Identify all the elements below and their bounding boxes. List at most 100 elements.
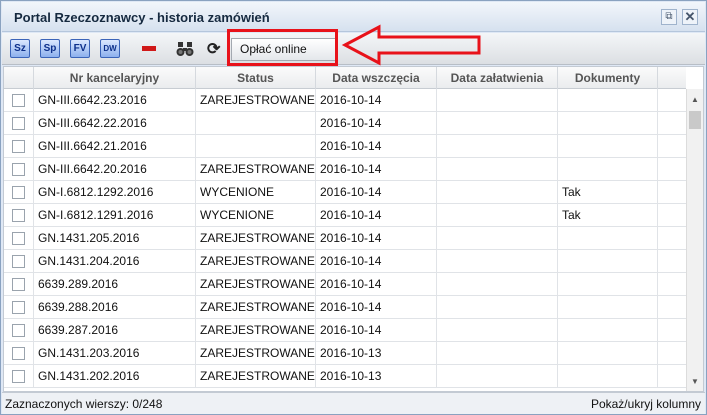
row-start-date: 2016-10-14 [316, 158, 437, 181]
table-row[interactable]: GN.1431.202.2016 ZAREJESTROWANE 2016-10-13 [4, 365, 686, 388]
row-nr: GN-I.6812.1291.2016 [34, 204, 196, 227]
row-start-date: 2016-10-14 [316, 296, 437, 319]
row-documents [558, 227, 658, 250]
table-row[interactable]: 6639.288.2016 ZAREJESTROWANE 2016-10-14 [4, 296, 686, 319]
row-start-date: 2016-10-13 [316, 365, 437, 388]
row-documents: Tak [558, 181, 658, 204]
row-start-date: 2016-10-14 [316, 89, 437, 112]
grid-header: Nr kancelaryjny Status Data wszczęcia Da… [4, 67, 686, 89]
header-documents[interactable]: Dokumenty [558, 67, 658, 89]
highlight-annotation-box [227, 29, 338, 66]
table-row[interactable]: 6639.287.2016 ZAREJESTROWANE 2016-10-14 [4, 319, 686, 342]
annotation-arrow [341, 24, 481, 66]
table-row[interactable]: GN.1431.205.2016 ZAREJESTROWANE 2016-10-14 [4, 227, 686, 250]
row-status: ZAREJESTROWANE [196, 273, 316, 296]
row-nr: GN.1431.205.2016 [34, 227, 196, 250]
table-row[interactable]: 6639.289.2016 ZAREJESTROWANE 2016-10-14 [4, 273, 686, 296]
header-nr[interactable]: Nr kancelaryjny [34, 67, 196, 89]
row-checkbox[interactable] [12, 163, 25, 176]
row-select-cell [4, 181, 34, 204]
table-row[interactable]: GN-III.6642.22.2016 2016-10-14 [4, 112, 686, 135]
close-icon[interactable]: ✕ [682, 9, 698, 25]
toggle-columns-link[interactable]: Pokaż/ukryj kolumny [591, 397, 701, 411]
orders-history-window: Portal Rzeczoznawcy - historia zamówień … [0, 0, 707, 415]
row-status: ZAREJESTROWANE [196, 365, 316, 388]
selected-rows-count: Zaznaczonych wierszy: 0/248 [5, 397, 163, 411]
row-checkbox[interactable] [12, 255, 25, 268]
row-select-cell [4, 296, 34, 319]
table-row[interactable]: GN.1431.204.2016 ZAREJESTROWANE 2016-10-14 [4, 250, 686, 273]
row-nr: GN.1431.204.2016 [34, 250, 196, 273]
table-row[interactable]: GN-III.6642.21.2016 2016-10-14 [4, 135, 686, 158]
row-start-date: 2016-10-14 [316, 181, 437, 204]
scroll-thumb[interactable] [689, 111, 701, 129]
row-documents [558, 250, 658, 273]
row-documents [558, 112, 658, 135]
row-checkbox[interactable] [12, 117, 25, 130]
table-row[interactable]: GN-I.6812.1291.2016 WYCENIONE 2016-10-14 Ta… [4, 204, 686, 227]
sp-button[interactable]: Sp [40, 39, 60, 58]
row-documents [558, 89, 658, 112]
row-documents [558, 296, 658, 319]
scroll-up-icon[interactable]: ▲ [687, 93, 703, 107]
row-status: ZAREJESTROWANE [196, 89, 316, 112]
row-nr: GN-I.6812.1292.2016 [34, 181, 196, 204]
row-end-date [437, 342, 558, 365]
fv-button[interactable]: FV [70, 39, 90, 58]
row-nr: GN-III.6642.21.2016 [34, 135, 196, 158]
row-select-cell [4, 365, 34, 388]
scroll-down-icon[interactable]: ▼ [687, 375, 703, 389]
row-nr: 6639.288.2016 [34, 296, 196, 319]
header-select-column [4, 67, 34, 89]
row-checkbox[interactable] [12, 209, 25, 222]
row-checkbox[interactable] [12, 370, 25, 383]
row-end-date [437, 158, 558, 181]
table-row[interactable]: GN-I.6812.1292.2016 WYCENIONE 2016-10-14 Ta… [4, 181, 686, 204]
row-checkbox[interactable] [12, 347, 25, 360]
row-status: ZAREJESTROWANE [196, 319, 316, 342]
row-end-date [437, 250, 558, 273]
table-row[interactable]: GN.1431.203.2016 ZAREJESTROWANE 2016-10-13 [4, 342, 686, 365]
vertical-scrollbar[interactable]: ▲ ▼ [686, 89, 703, 391]
row-nr: GN-III.6642.22.2016 [34, 112, 196, 135]
row-documents [558, 319, 658, 342]
row-status [196, 112, 316, 135]
row-start-date: 2016-10-14 [316, 135, 437, 158]
row-documents [558, 342, 658, 365]
row-checkbox[interactable] [12, 301, 25, 314]
row-start-date: 2016-10-14 [316, 273, 437, 296]
table-row[interactable]: GN-III.6642.20.2016 ZAREJESTROWANE 2016-10… [4, 158, 686, 181]
row-start-date: 2016-10-14 [316, 112, 437, 135]
dw-button[interactable]: DW [100, 39, 120, 58]
row-nr: 6639.289.2016 [34, 273, 196, 296]
row-end-date [437, 181, 558, 204]
row-status: WYCENIONE [196, 204, 316, 227]
row-status: ZAREJESTROWANE [196, 158, 316, 181]
row-status: ZAREJESTROWANE [196, 227, 316, 250]
popout-icon[interactable]: ⧉ [661, 9, 677, 25]
header-status[interactable]: Status [196, 67, 316, 89]
binoculars-icon[interactable] [176, 40, 194, 58]
row-checkbox[interactable] [12, 324, 25, 337]
row-select-cell [4, 319, 34, 342]
row-checkbox[interactable] [12, 140, 25, 153]
row-status: ZAREJESTROWANE [196, 250, 316, 273]
minus-icon[interactable] [142, 46, 156, 51]
row-checkbox[interactable] [12, 278, 25, 291]
header-start-date[interactable]: Data wszczęcia [316, 67, 437, 89]
row-select-cell [4, 342, 34, 365]
row-select-cell [4, 273, 34, 296]
refresh-icon[interactable]: ⟳ [207, 39, 220, 59]
row-start-date: 2016-10-14 [316, 250, 437, 273]
row-status: ZAREJESTROWANE [196, 296, 316, 319]
row-select-cell [4, 135, 34, 158]
row-select-cell [4, 204, 34, 227]
row-checkbox[interactable] [12, 232, 25, 245]
row-checkbox[interactable] [12, 186, 25, 199]
header-end-date[interactable]: Data załatwienia [437, 67, 558, 89]
row-checkbox[interactable] [12, 94, 25, 107]
sz-button[interactable]: Sz [10, 39, 30, 58]
table-row[interactable]: GN-III.6642.23.2016 ZAREJESTROWANE 2016-10… [4, 89, 686, 112]
row-end-date [437, 273, 558, 296]
row-status: WYCENIONE [196, 181, 316, 204]
